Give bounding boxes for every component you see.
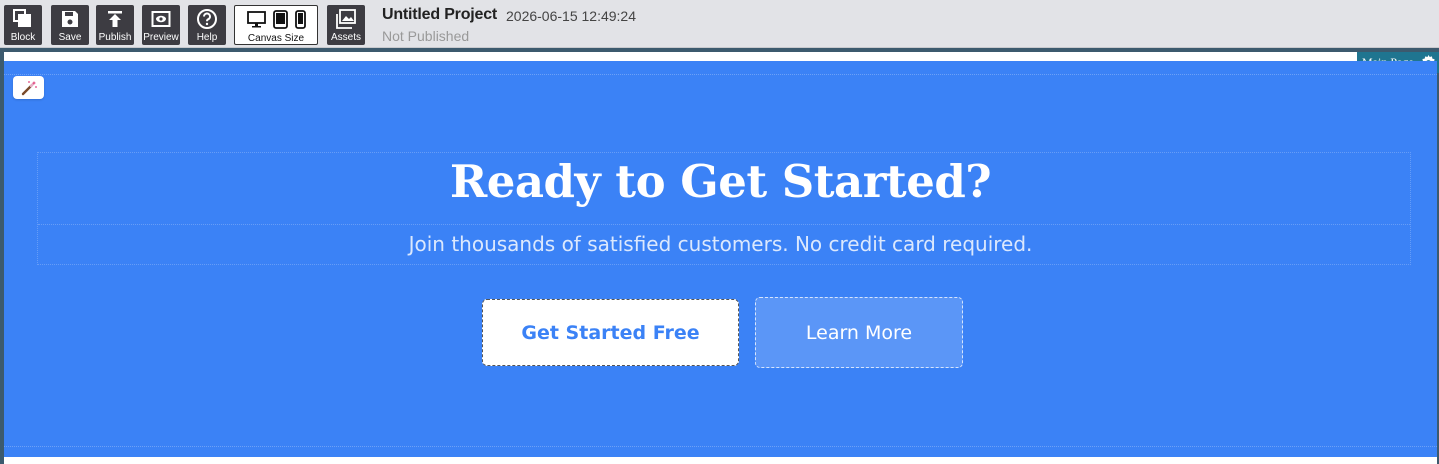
- help-button[interactable]: Help: [188, 5, 226, 45]
- canvas-size-label: Canvas Size: [247, 33, 305, 44]
- desktop-icon[interactable]: [246, 11, 266, 28]
- help-icon: [196, 5, 218, 32]
- mobile-icon[interactable]: [294, 10, 306, 29]
- preview-label: Preview: [143, 32, 179, 43]
- cta-headline[interactable]: Ready to Get Started?: [4, 155, 1437, 208]
- tablet-icon[interactable]: [272, 10, 288, 29]
- block-button[interactable]: Block: [4, 5, 42, 45]
- magic-wand-icon[interactable]: [13, 76, 44, 99]
- help-label: Help: [196, 32, 218, 43]
- block-label: Block: [10, 32, 36, 43]
- section-guide-bottom: [4, 446, 1437, 447]
- publish-icon: [105, 5, 125, 32]
- publish-label: Publish: [98, 32, 132, 43]
- editor-toolbar: Block Save Publish Preview Help Canvas S…: [0, 0, 1439, 48]
- project-title: Untitled Project: [382, 6, 498, 23]
- project-timestamp: 2026-06-15 12:49:24: [506, 8, 636, 24]
- section-guide-top: [4, 74, 1437, 75]
- text-block-divider: [38, 224, 1410, 225]
- save-button[interactable]: Save: [51, 5, 89, 45]
- get-started-button[interactable]: Get Started Free: [482, 299, 739, 366]
- cta-hero-section[interactable]: Ready to Get Started? Join thousands of …: [4, 61, 1437, 457]
- assets-button[interactable]: Assets: [327, 5, 365, 45]
- assets-icon: [335, 5, 357, 32]
- publish-status: Not Published: [382, 28, 470, 44]
- cta-subheadline[interactable]: Join thousands of satisfied customers. N…: [4, 232, 1437, 256]
- assets-label: Assets: [330, 32, 361, 43]
- preview-icon: [151, 5, 171, 32]
- save-icon: [60, 5, 80, 32]
- publish-button[interactable]: Publish: [96, 5, 134, 45]
- block-icon: [12, 5, 34, 32]
- canvas-size-selector: Canvas Size: [234, 5, 318, 45]
- preview-button[interactable]: Preview: [142, 5, 180, 45]
- save-label: Save: [58, 32, 82, 43]
- learn-more-button[interactable]: Learn More: [755, 297, 963, 368]
